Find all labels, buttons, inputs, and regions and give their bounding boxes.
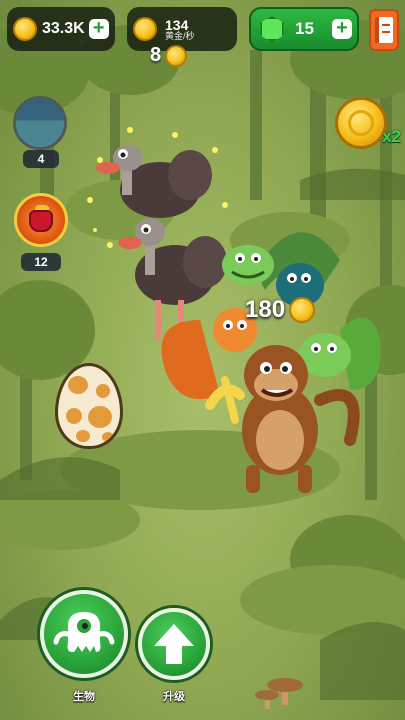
gold-coin-icon — [289, 297, 316, 323]
gem-amount: 15 — [295, 19, 314, 38]
egg-spot — [66, 408, 82, 424]
world-map-button[interactable] — [13, 96, 67, 150]
quest-list-icon — [375, 17, 393, 43]
gift-count-badge: 12 — [21, 253, 61, 271]
multiplier-label: x2 — [382, 127, 401, 146]
creatures-label: 生物 — [73, 691, 95, 703]
floating-reward-amount: 8 — [150, 44, 162, 66]
add-gold-button[interactable]: + — [88, 18, 109, 39]
gold-coin-icon — [13, 17, 37, 41]
egg-spot — [102, 432, 114, 442]
quest-list-button[interactable] — [369, 9, 399, 51]
red-gift-bag-icon — [29, 210, 53, 232]
gold-amount: 33.3K — [42, 20, 85, 37]
map-count-badge: 4 — [23, 150, 59, 168]
upgrade-button[interactable] — [138, 608, 210, 680]
gift-bag-button[interactable] — [14, 193, 68, 247]
up-arrow-icon — [154, 624, 194, 664]
gem-counter: 15 + — [249, 7, 359, 51]
game-scene: 33.3K + 134 黄金/秒 15 + 8 4 12 x2 180 生物 升… — [0, 0, 405, 720]
ostrich-creature — [118, 218, 227, 340]
creature-income-popup: 180 — [245, 296, 316, 324]
gold-counter: 33.3K + — [7, 7, 115, 51]
gold-coin-icon — [165, 44, 188, 67]
creature-income-amount: 180 — [245, 296, 286, 323]
upgrade-label: 升级 — [163, 691, 185, 703]
world-map-icon — [16, 99, 64, 147]
squirrel-creature — [161, 308, 257, 400]
egg-spot — [96, 384, 110, 398]
green-gem-icon — [260, 16, 284, 42]
green-dino-creature — [299, 317, 381, 390]
gold-coin-icon — [335, 97, 387, 149]
ostrich-creature — [96, 145, 212, 218]
double-coins-button[interactable]: x2 — [335, 97, 401, 149]
gold-rate-unit: 黄金/秒 — [165, 30, 195, 41]
gold-rate-value: 134 — [165, 16, 189, 33]
add-gems-button[interactable]: + — [331, 18, 352, 39]
creatures-button[interactable] — [40, 590, 128, 678]
monster-icon — [53, 612, 115, 652]
floating-coin-reward: 8 — [150, 44, 188, 67]
gold-coin-icon — [133, 17, 157, 41]
egg-spot — [88, 406, 112, 428]
egg-spot — [76, 430, 90, 442]
egg-spot — [68, 376, 88, 394]
